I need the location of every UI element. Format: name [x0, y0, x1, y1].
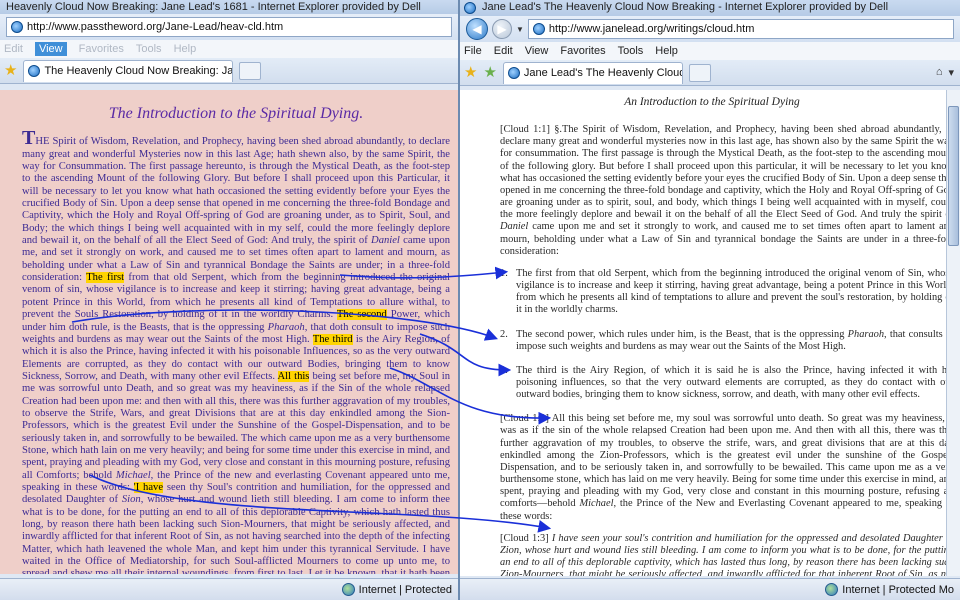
left-menu-favorites[interactable]: Favorites: [79, 43, 124, 55]
list-text: The third is the Airy Region, of which i…: [516, 364, 954, 401]
left-url: http://www.passtheword.org/Jane-Lead/hea…: [27, 21, 284, 33]
ie-page-icon: [532, 23, 545, 35]
favorites-star-icon[interactable]: ★: [4, 63, 17, 78]
text-run: HE Spirit of Wisdom, Revelation, and Pro…: [22, 136, 450, 247]
italic-run: I have seen your soul's contrition and h…: [500, 532, 954, 576]
left-title-bar: Heavenly Cloud Now Breaking: Jane Lead's…: [0, 0, 458, 14]
left-status-text: Internet | Protected: [358, 583, 452, 596]
scrollbar-thumb[interactable]: [948, 106, 959, 246]
list-item: 1. The first from that old Serpent, which…: [500, 268, 954, 317]
right-status-bar: Internet | Protected Mo: [460, 578, 960, 600]
text-run: [Cloud 1:2] All this being set before me…: [500, 413, 954, 510]
three-fold-list: 1. The first from that old Serpent, which…: [500, 268, 954, 401]
add-favorites-icon[interactable]: ★: [483, 65, 496, 80]
left-address-input[interactable]: http://www.passtheword.org/Jane-Lead/hea…: [6, 17, 452, 37]
right-address-input[interactable]: http://www.janelead.org/writings/cloud.h…: [527, 19, 954, 39]
left-page-content: The Introduction to the Spiritual Dying.…: [0, 90, 458, 574]
text-run: The second power, which rules under him,…: [516, 328, 848, 340]
paragraph-cloud-1-1: [Cloud 1:1] §.The Spirit of Wisdom, Reve…: [500, 124, 954, 258]
right-tab-bar: ★ ★ Jane Lead's The Heavenly Cloud Now B…: [460, 60, 960, 86]
ie-title-icon: [464, 2, 476, 14]
tab-ie-icon: [507, 67, 520, 79]
ie-page-icon: [11, 21, 23, 33]
italic-run: Daniel: [500, 221, 529, 233]
list-number: 2.: [500, 328, 508, 340]
home-icon[interactable]: ⌂: [936, 66, 943, 79]
paragraph-cloud-1-2: [Cloud 1:2] All this being set before me…: [500, 413, 954, 522]
list-item: 3. The third is the Airy Region, of which…: [500, 365, 954, 401]
left-window-title: Heavenly Cloud Now Breaking: Jane Lead's…: [6, 1, 421, 13]
vertical-scrollbar[interactable]: [946, 90, 960, 576]
right-new-tab-button[interactable]: [688, 63, 711, 82]
left-menu-help[interactable]: Help: [174, 43, 197, 55]
right-menu-tools[interactable]: Tools: [618, 45, 644, 57]
text-run: [Cloud 1:1] §.The Spirit of Wisdom, Reve…: [500, 124, 954, 221]
italic-run: Michael: [115, 469, 151, 481]
tab-ie-icon: [28, 65, 41, 77]
text-run: being set before me, my Soul in me was s…: [22, 370, 450, 481]
left-tab-bar: ★ The Heavenly Cloud Now Breaking: Ja...: [0, 58, 458, 84]
left-new-tab-button[interactable]: [239, 61, 262, 80]
left-status-bar: Internet | Protected: [0, 578, 458, 600]
list-text: The second power, which rules under him,…: [516, 329, 954, 353]
right-browser-window: Jane Lead's The Heavenly Cloud Now Break…: [458, 0, 960, 600]
text-run: came upon me and set it strongly to work…: [500, 221, 954, 257]
drop-cap: T: [22, 127, 36, 150]
right-menu-help[interactable]: Help: [655, 45, 678, 57]
paragraph-cloud-1-3: [Cloud 1:3] I have seen your soul's cont…: [500, 533, 954, 576]
left-active-tab[interactable]: The Heavenly Cloud Now Breaking: Ja...: [23, 59, 234, 82]
favorites-star-icon[interactable]: ★: [464, 65, 477, 80]
left-menu-tools[interactable]: Tools: [136, 43, 162, 55]
list-number: 3.: [500, 364, 508, 376]
right-page-content: An Introduction to the Spiritual Dying […: [460, 90, 960, 576]
italic-run: Pharaoh: [267, 321, 305, 333]
text-run: , whose hurt and wound lieth still bleed…: [22, 494, 450, 574]
right-active-tab[interactable]: Jane Lead's The Heavenly Cloud Now B...: [502, 61, 683, 84]
internet-zone-icon: [825, 583, 839, 596]
nav-history-dropdown-icon[interactable]: ▼: [516, 25, 524, 34]
right-title-bar: Jane Lead's The Heavenly Cloud Now Break…: [460, 0, 960, 16]
text-run: [Cloud 1:3]: [500, 532, 552, 544]
highlight-i-have: 'I have: [133, 481, 164, 493]
right-address-bar-row: ◀ ▶ ▼ http://www.janelead.org/writings/c…: [460, 16, 960, 42]
highlight-the-second: The second: [336, 309, 387, 321]
list-number: 1.: [500, 267, 508, 279]
right-window-title: Jane Lead's The Heavenly Cloud Now Break…: [482, 1, 889, 13]
right-tab-title: Jane Lead's The Heavenly Cloud Now B...: [523, 67, 683, 79]
highlight-all-this: All this: [277, 370, 310, 382]
right-menu-edit[interactable]: Edit: [494, 45, 513, 57]
right-url: http://www.janelead.org/writings/cloud.h…: [548, 23, 755, 35]
italic-run: Michael: [579, 498, 614, 510]
left-address-bar-row: http://www.passtheword.org/Jane-Lead/hea…: [0, 14, 458, 40]
back-button[interactable]: ◀: [466, 18, 488, 40]
right-page-title: An Introduction to the Spiritual Dying: [624, 96, 800, 108]
right-menu-file[interactable]: File: [464, 45, 482, 57]
highlight-the-third: The third: [312, 333, 353, 345]
highlight-the-first: The first: [86, 272, 125, 284]
left-menu-bar: Edit View Favorites Tools Help: [0, 40, 458, 58]
list-item: 2. The second power, which rules under hi…: [500, 329, 954, 353]
left-menu-view[interactable]: View: [34, 42, 67, 56]
command-bar: ⌂ ▾: [936, 66, 960, 79]
left-tab-title: The Heavenly Cloud Now Breaking: Ja...: [44, 65, 234, 77]
right-menu-view[interactable]: View: [525, 45, 549, 57]
left-menu-edit[interactable]: Edit: [4, 43, 23, 55]
right-menu-favorites[interactable]: Favorites: [560, 45, 605, 57]
list-text: The first from that old Serpent, which f…: [516, 267, 954, 316]
left-body-text: THE Spirit of Wisdom, Revelation, and Pr…: [22, 128, 450, 574]
italic-run: Daniel: [371, 235, 400, 247]
right-menu-bar: File Edit View Favorites Tools Help: [460, 42, 960, 60]
home-dropdown-icon[interactable]: ▾: [948, 66, 954, 79]
right-status-text: Internet | Protected Mo: [842, 583, 954, 596]
internet-zone-icon: [341, 583, 355, 596]
italic-run: Sion: [121, 494, 141, 506]
left-page-title: The Introduction to the Spiritual Dying.: [108, 105, 364, 122]
italic-run: Pharaoh: [847, 328, 885, 340]
left-browser-window: Heavenly Cloud Now Breaking: Jane Lead's…: [0, 0, 458, 600]
forward-button[interactable]: ▶: [492, 19, 512, 39]
